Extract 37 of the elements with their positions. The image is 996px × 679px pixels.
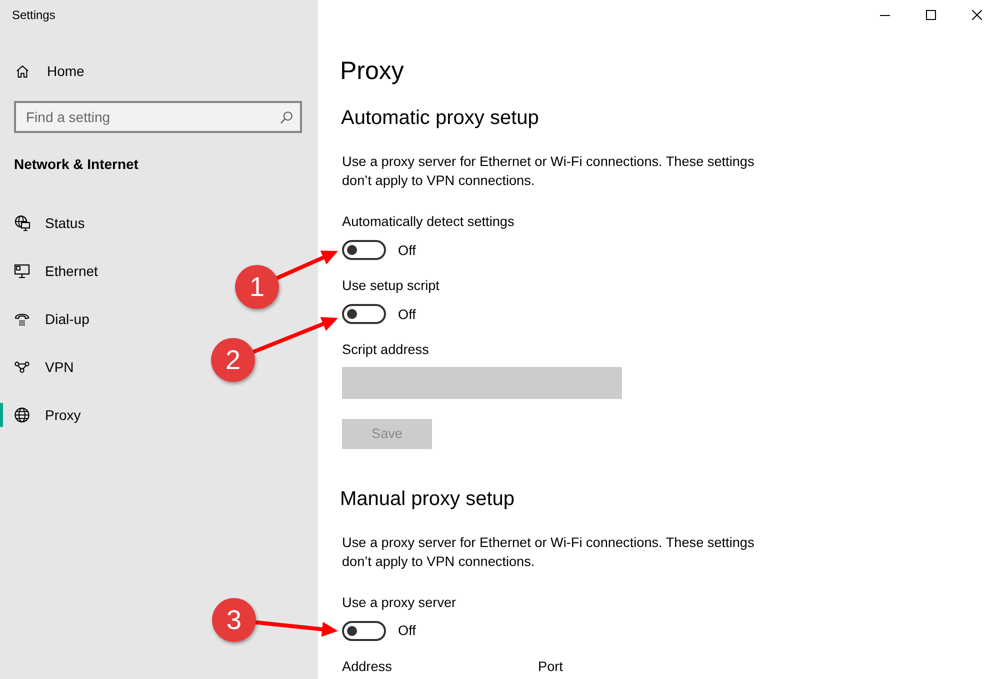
maximize-icon[interactable]	[926, 10, 936, 20]
window-title: Settings	[12, 7, 56, 23]
page-title: Proxy	[340, 56, 404, 87]
nav-item[interactable]: Status	[45, 214, 85, 232]
field-label: Script address	[342, 341, 429, 359]
setting-label: Use a proxy server	[342, 594, 456, 612]
globe-icon	[14, 407, 30, 423]
arrow	[275, 250, 338, 280]
section-description: Use a proxy server for Ethernet or Wi-Fi connections. These settings don’t apply to VPN connections.	[342, 534, 756, 570]
globe-monitor-icon	[14, 215, 30, 231]
nav-item[interactable]: VPN	[45, 358, 74, 376]
setting-label: Automatically detect settings	[342, 213, 514, 231]
field-label: Address	[342, 658, 393, 676]
close-icon[interactable]	[972, 10, 982, 20]
toggle-switch[interactable]	[342, 240, 386, 260]
section-heading: Automatic proxy setup	[341, 106, 539, 131]
toggle-state-text: Off	[398, 242, 416, 260]
nav-item[interactable]: Dial-up	[45, 310, 90, 328]
minimize-icon[interactable]	[880, 14, 890, 16]
nav-item[interactable]: Ethernet	[45, 262, 98, 280]
toggle-switch[interactable]	[342, 304, 386, 324]
field-label: Port	[538, 658, 564, 676]
nav-item[interactable]: Proxy	[45, 406, 81, 424]
phone-icon	[14, 311, 30, 327]
monitor-icon	[14, 263, 30, 279]
linked-rings-icon	[14, 359, 30, 375]
toggle-switch[interactable]	[342, 620, 386, 640]
search-field[interactable]: Find a setting	[14, 101, 302, 133]
toggle-state-text: Off	[398, 622, 416, 640]
toggle-state-text: Off	[398, 306, 416, 324]
setting-label: Use setup script	[342, 277, 440, 295]
section-heading: Manual proxy setup	[340, 486, 515, 512]
section-title: Network & Internet	[14, 155, 138, 174]
home-link[interactable]: Home	[47, 62, 84, 80]
home-icon[interactable]	[16, 64, 29, 78]
search-icon[interactable]	[280, 111, 293, 124]
section-description: Use a proxy server for Ethernet or Wi-Fi connections. These settings don’t apply to VPN connections.	[342, 153, 756, 190]
